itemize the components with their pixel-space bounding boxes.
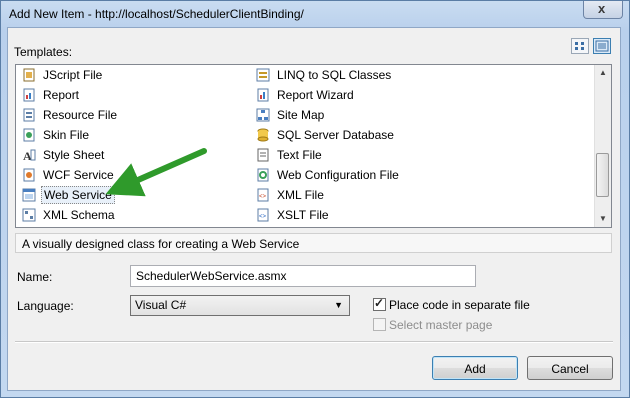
place-code-label[interactable]: Place code in separate file <box>389 298 530 312</box>
list-view-icon <box>595 40 609 52</box>
report-icon <box>23 88 35 102</box>
templates-list[interactable]: JScript File Report Resource File Skin F… <box>15 64 612 228</box>
template-item-label: Web Configuration File <box>277 168 399 182</box>
list-view-button[interactable] <box>593 38 611 54</box>
template-item-label: XSLT File <box>277 208 329 222</box>
language-label: Language: <box>17 299 74 313</box>
xslt-file-icon: <> <box>257 208 269 222</box>
close-icon: x <box>598 1 606 16</box>
place-code-checkbox[interactable] <box>373 296 386 311</box>
web-config-icon <box>257 168 269 182</box>
template-item-label: Web Service <box>41 186 115 204</box>
wcf-service-icon <box>23 168 35 182</box>
language-select[interactable]: Visual C# ▼ <box>130 295 350 316</box>
add-button[interactable]: Add <box>432 356 518 380</box>
templates-label: Templates: <box>14 45 73 59</box>
master-page-label[interactable]: Select master page <box>389 318 492 332</box>
xml-schema-icon <box>22 208 36 222</box>
resource-file-icon <box>23 108 35 122</box>
template-item-label: Report <box>43 88 80 102</box>
template-item-label: Site Map <box>277 108 325 122</box>
svg-text:<>: <> <box>259 194 267 200</box>
small-icons-view-button[interactable] <box>571 38 589 54</box>
template-item-label: XML Schema <box>43 208 115 222</box>
template-item-label: Resource File <box>43 108 118 122</box>
small-icons-icon <box>575 42 584 50</box>
name-input[interactable] <box>130 265 476 287</box>
text-file-icon <box>257 148 269 162</box>
template-item-label: WCF Service <box>43 168 114 182</box>
template-item-label: SQL Server Database <box>277 128 394 142</box>
skin-file-icon <box>23 128 35 142</box>
template-item-label: Text File <box>277 148 322 162</box>
template-item-label: Report Wizard <box>277 88 354 102</box>
site-map-icon <box>256 108 270 122</box>
master-page-checkbox[interactable] <box>373 318 386 331</box>
template-item-label: Skin File <box>43 128 90 142</box>
report-wizard-icon <box>257 88 269 102</box>
templates-scrollbar[interactable]: ▲ ▼ <box>594 65 611 227</box>
scroll-down-icon[interactable]: ▼ <box>595 211 611 227</box>
chevron-down-icon: ▼ <box>334 300 343 310</box>
template-item-label: JScript File <box>43 68 103 82</box>
web-service-icon <box>22 188 36 202</box>
template-item-label: LINQ to SQL Classes <box>277 68 392 82</box>
linq-icon <box>256 68 270 82</box>
window-title: Add New Item - http://localhost/Schedule… <box>9 7 304 21</box>
template-item-label: XML File <box>277 188 324 202</box>
cancel-button[interactable]: Cancel <box>527 356 613 380</box>
svg-text:<>: <> <box>259 214 267 220</box>
template-description: A visually designed class for creating a… <box>15 233 612 253</box>
style-sheet-icon: A <box>23 149 36 162</box>
xml-file-icon: <> <box>257 188 269 202</box>
language-select-value: Visual C# <box>135 298 187 312</box>
template-item-label: Style Sheet <box>43 148 105 162</box>
script-file-icon <box>23 68 35 82</box>
separator <box>15 341 613 343</box>
name-label: Name: <box>17 270 53 284</box>
scroll-up-icon[interactable]: ▲ <box>595 65 611 81</box>
close-button[interactable]: x <box>583 1 623 19</box>
scrollbar-thumb[interactable] <box>596 153 609 197</box>
database-icon <box>257 128 269 142</box>
title-bar[interactable]: Add New Item - http://localhost/Schedule… <box>1 1 629 29</box>
